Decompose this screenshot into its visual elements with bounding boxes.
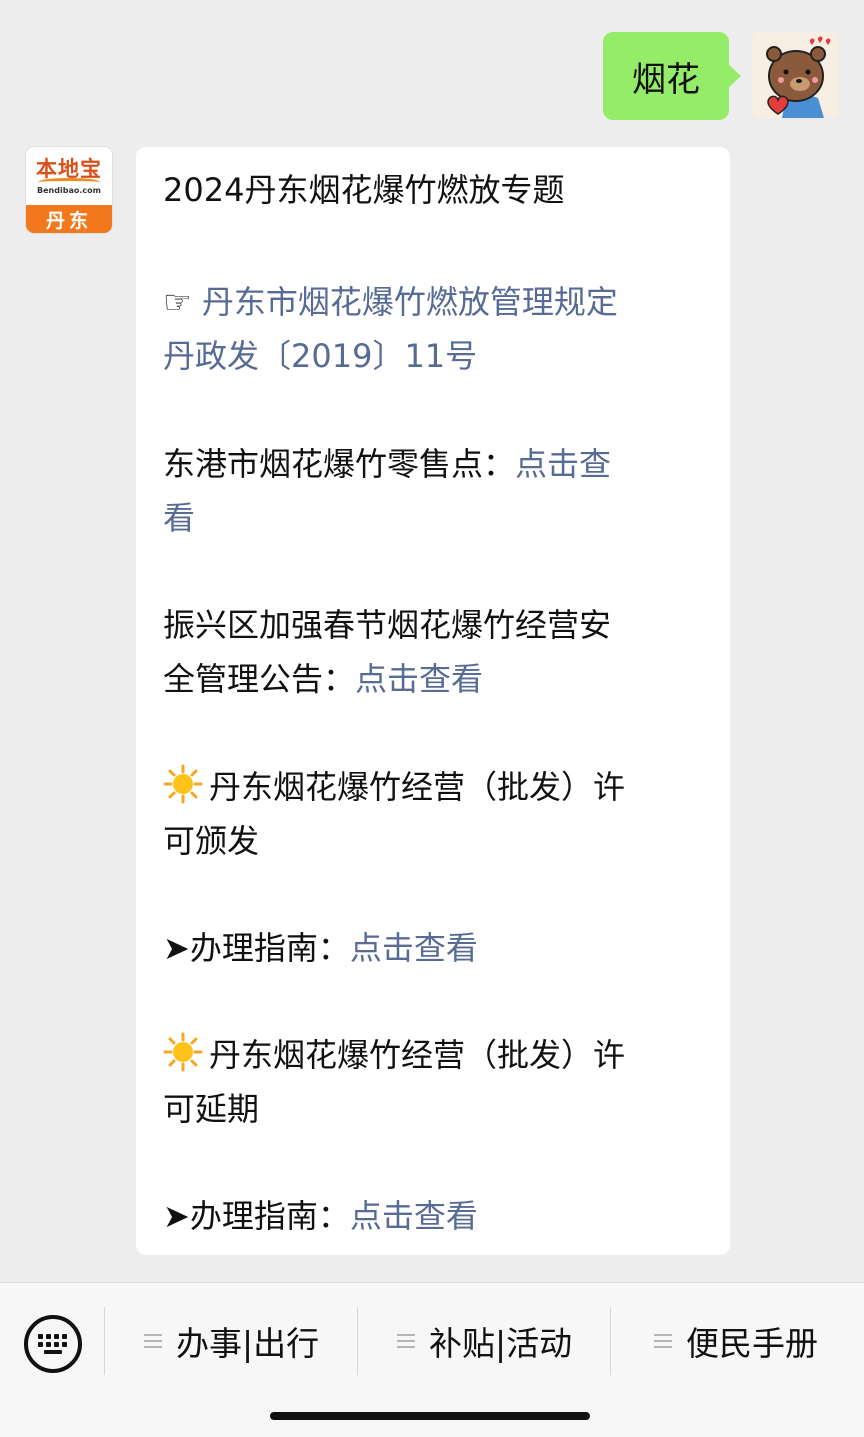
zhenxing-line-2: 全管理公告：点击查看 <box>163 652 483 706</box>
pointing-hand-prefix: ☞ <box>163 283 202 321</box>
home-indicator[interactable] <box>270 1412 590 1420</box>
outgoing-message[interactable]: 烟花 <box>603 32 741 120</box>
menu-list-icon <box>144 1334 162 1348</box>
menu-item-label: 补贴|活动 <box>429 1324 573 1363</box>
bot-avatar[interactable]: 本地宝 Bendibao.com 丹东 <box>26 147 112 233</box>
regulation-line-1: ☞ 丹东市烟花爆竹燃放管理规定 <box>163 275 618 329</box>
guide-2-link[interactable]: 点击查看 <box>350 1197 478 1235</box>
donggang-link-line-2[interactable]: 看 <box>163 491 195 545</box>
logo-text: 本地宝 <box>36 156 102 181</box>
menu-divider <box>357 1307 358 1375</box>
issue-line-2: 可颁发 <box>163 822 260 860</box>
issue-line-1: 丹东烟花爆竹经营（批发）许 <box>163 760 625 814</box>
donggang-link[interactable]: 点击查 <box>515 445 611 483</box>
menu-item-label: 便民手册 <box>686 1324 818 1363</box>
issue-text: 丹东烟花爆竹经营（批发）许 <box>209 768 626 806</box>
donggang-text: 东港市烟花爆竹零售点： <box>163 445 516 483</box>
menu-divider <box>104 1307 105 1375</box>
sun-icon <box>163 764 203 804</box>
guide-1-text: ➤办理指南： <box>163 929 350 967</box>
extend-line-1: 丹东烟花爆竹经营（批发）许 <box>163 1028 625 1082</box>
menu-item-label: 办事|出行 <box>176 1324 320 1363</box>
regulation-link-line-2[interactable]: 丹政发〔2019〕11号 <box>163 329 477 383</box>
guide-2-text: ➤办理指南： <box>163 1197 350 1235</box>
logo-arc <box>38 177 100 186</box>
guide-1-line: ➤办理指南：点击查看 <box>163 921 478 975</box>
menu-divider <box>610 1307 611 1375</box>
chat-area: 烟花 本地宝 Bendibao.com 丹东 2024丹东烟花爆竹燃放专题 ☞ … <box>0 0 864 1282</box>
keyboard-icon <box>38 1334 67 1354</box>
menu-item-affairs[interactable]: 办事|出行 <box>144 1307 319 1375</box>
donggang-line-1: 东港市烟花爆竹零售点：点击查 <box>163 437 611 491</box>
menu-item-handbook[interactable]: 便民手册 <box>654 1307 818 1375</box>
user-avatar[interactable] <box>752 32 838 118</box>
menu-list-icon <box>654 1334 672 1348</box>
zhenxing-line-1: 振兴区加强春节烟花爆竹经营安 <box>163 606 612 644</box>
message-title: 2024丹东烟花爆竹燃放专题 <box>163 171 565 209</box>
keyboard-toggle-button[interactable] <box>24 1315 82 1373</box>
extend-text: 丹东烟花爆竹经营（批发）许 <box>209 1036 626 1074</box>
logo-subtext: Bendibao.com <box>37 185 101 195</box>
zhenxing-text: 全管理公告： <box>163 660 356 698</box>
zhenxing-link[interactable]: 点击查看 <box>355 660 483 698</box>
guide-1-link[interactable]: 点击查看 <box>350 929 478 967</box>
regulation-link[interactable]: 丹东市烟花爆竹燃放管理规定 <box>202 283 618 321</box>
menu-list-icon <box>397 1334 415 1348</box>
guide-2-line: ➤办理指南：点击查看 <box>163 1189 478 1243</box>
outgoing-message-text: 烟花 <box>632 59 700 100</box>
extend-line-2: 可延期 <box>163 1090 260 1128</box>
logo-city: 丹东 <box>26 205 112 233</box>
menu-item-subsidy[interactable]: 补贴|活动 <box>397 1307 572 1375</box>
bendibao-logo: 本地宝 Bendibao.com <box>26 147 112 205</box>
sun-icon <box>163 1032 203 1072</box>
incoming-message: 2024丹东烟花爆竹燃放专题 ☞ 丹东市烟花爆竹燃放管理规定 丹政发〔2019〕… <box>136 147 730 1255</box>
bear-sticker-icon <box>752 32 838 118</box>
